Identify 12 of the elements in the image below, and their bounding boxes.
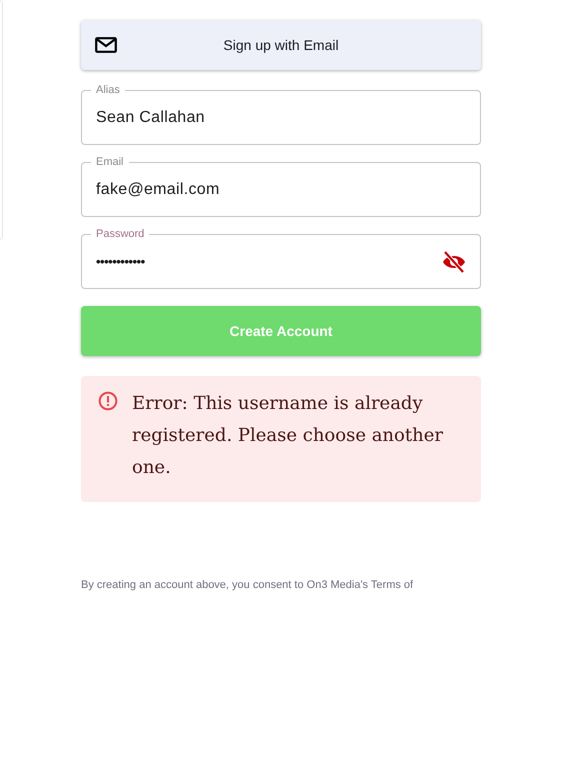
field-value: •••••••••••• (96, 254, 145, 269)
field-label: Password (91, 228, 150, 240)
field-value: Sean Callahan (96, 108, 205, 126)
error-message: Error: This username is already registered. Please choose another one. (132, 392, 444, 480)
field-label: Email (91, 156, 129, 168)
sign-up-email-button[interactable]: Sign up with Email (81, 20, 481, 70)
consent-text: By creating an account above, you consent to On3 Media's Terms of (81, 579, 414, 591)
envelope-icon (95, 37, 117, 53)
field-value: fake@email.com (96, 180, 220, 198)
field-label: Alias (91, 84, 125, 96)
eye-toggle-icon[interactable] (442, 250, 466, 272)
alert-icon (98, 391, 118, 411)
